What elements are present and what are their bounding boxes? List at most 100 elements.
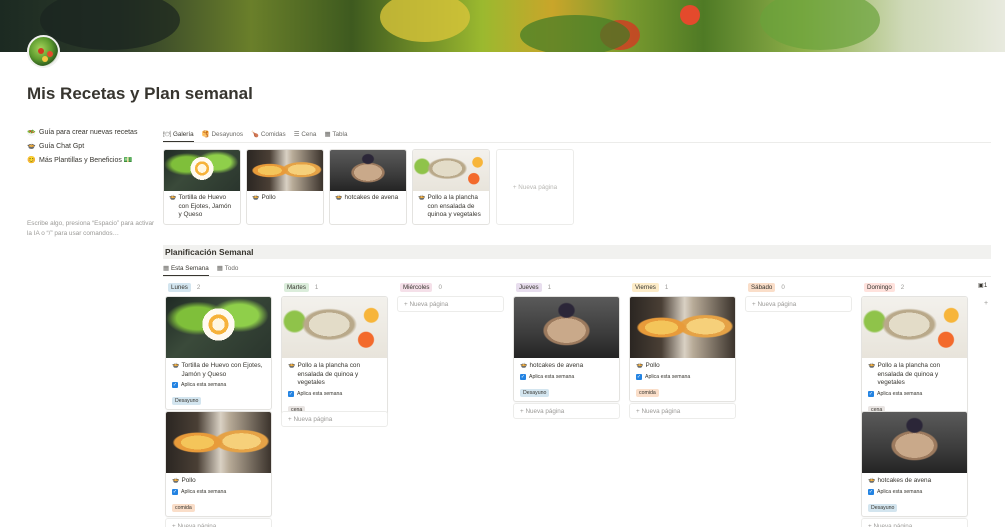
checkbox-aplica[interactable]: ✓ Aplica esta semana xyxy=(166,488,271,496)
gallery-card[interactable]: 🍲 Tortilla de Huevo con Ejotes, Jamón y Q… xyxy=(163,149,241,225)
recipe-icon: 🍲 xyxy=(288,363,296,369)
tab-esta-semana[interactable]: ▦ Esta Semana xyxy=(163,262,209,277)
recipe-image xyxy=(166,297,271,358)
gallery-new-page-button[interactable]: + Nueva página xyxy=(496,149,574,225)
board-icon: ▦ xyxy=(216,265,223,272)
tab-label: Tabla xyxy=(332,130,348,138)
check-icon: ✓ xyxy=(288,390,294,397)
board-column-hidden[interactable]: ▣1 xyxy=(978,282,987,289)
board-card[interactable]: 🍲 Pollo a la plancha con ensalada de quin… xyxy=(281,296,388,419)
gallery-card[interactable]: 🍲 Pollo a la plancha con ensalada de quin… xyxy=(412,149,490,225)
board-card[interactable]: 🍲 hotcakes de avena ✓ Aplica esta semana D… xyxy=(513,296,620,402)
board-card[interactable]: 🍲 Pollo ✓ Aplica esta semana comida xyxy=(165,411,272,517)
card-count: 2 xyxy=(900,284,905,291)
recipe-image xyxy=(164,150,240,191)
check-icon: ✓ xyxy=(868,390,874,397)
card-count: 2 xyxy=(196,284,201,291)
link-label: Guía Chat Gpt xyxy=(39,142,85,150)
recipe-image xyxy=(862,412,967,473)
plate-icon: 🍽 xyxy=(163,131,171,138)
board-card[interactable]: 🍲 Pollo a la plancha con ensalada de quin… xyxy=(861,296,968,419)
board-column-lunes: Lunes 2 xyxy=(165,282,273,293)
checkbox-aplica[interactable]: ✓ Aplica esta semana xyxy=(166,381,271,389)
recipe-view-tabs: 🍽 Galería 🥞 Desayunos 🍗 Comidas ☰ Cena ▦ Tabl… xyxy=(163,127,347,142)
new-page-button[interactable]: + Nueva página xyxy=(513,403,620,419)
day-pill[interactable]: Martes xyxy=(284,283,309,292)
salad-icon: 🥗 xyxy=(27,129,36,137)
board-card[interactable]: 🍲 Tortilla de Huevo con Ejotes, Jamón y Q… xyxy=(165,296,272,411)
new-page-label: Nueva página xyxy=(177,522,217,527)
new-page-button[interactable]: + Nueva página xyxy=(861,518,968,527)
board-column-viernes: Viernes 1 xyxy=(629,282,737,293)
recipe-image xyxy=(247,150,323,191)
cover-shape xyxy=(380,0,470,42)
recipe-image xyxy=(514,297,619,358)
checkbox-label: Aplica esta semana xyxy=(529,373,575,380)
day-pill[interactable]: Domingo xyxy=(864,283,895,292)
checkbox-aplica[interactable]: ✓ Aplica esta semana xyxy=(630,373,735,381)
new-page-button[interactable]: + Nueva página xyxy=(281,411,388,427)
day-pill[interactable]: Sábado xyxy=(748,283,776,292)
board-column-jueves: Jueves 1 xyxy=(513,282,621,293)
plus-icon[interactable]: + xyxy=(984,300,988,307)
new-page-button[interactable]: + Nueva página xyxy=(745,296,852,312)
checkbox-label: Aplica esta semana xyxy=(877,390,923,397)
board-card[interactable]: 🍲 hotcakes de avena ✓ Aplica esta semana D… xyxy=(861,411,968,517)
check-icon: ✓ xyxy=(868,488,874,495)
tab-label: Esta Semana xyxy=(170,265,209,272)
checkbox-label: Aplica esta semana xyxy=(181,382,227,389)
new-page-button[interactable]: + Nueva página xyxy=(165,518,272,527)
list-icon: ☰ xyxy=(293,130,300,138)
tab-galeria[interactable]: 🍽 Galería xyxy=(163,127,194,142)
new-page-button[interactable]: + Nueva página xyxy=(397,296,504,312)
checkbox-aplica[interactable]: ✓ Aplica esta semana xyxy=(862,390,967,398)
link-guia-chat[interactable]: 🍲 Guía Chat Gpt xyxy=(27,140,157,154)
gallery-card[interactable]: 🍲 Pollo xyxy=(246,149,324,225)
recipe-image xyxy=(282,297,387,358)
checkbox-label: Aplica esta semana xyxy=(297,390,343,397)
section-heading[interactable]: Planificación Semanal xyxy=(163,245,991,259)
tab-comidas[interactable]: 🍗 Comidas xyxy=(251,127,286,141)
recipe-icon: 🍲 xyxy=(252,195,260,201)
recipe-image xyxy=(166,412,271,473)
board-column-domingo: Domingo 2 xyxy=(861,282,969,293)
new-page-label: Nueva página xyxy=(641,407,681,415)
tab-todo[interactable]: ▦ Todo xyxy=(217,262,239,276)
new-page-button[interactable]: + Nueva página xyxy=(629,403,736,419)
recipe-icon: 🍲 xyxy=(335,195,343,201)
card-count: 0 xyxy=(438,284,442,291)
meal-tag: Desayuno xyxy=(172,397,202,406)
cover-image[interactable] xyxy=(0,0,1005,52)
tab-desayunos[interactable]: 🥞 Desayunos xyxy=(202,127,243,141)
recipe-name: Pollo a la plancha con ensalada de quino… xyxy=(877,362,941,387)
link-list: 🥗 Guía para crear nuevas recetas 🍲 Guía Ch… xyxy=(27,126,157,167)
checkbox-aplica[interactable]: ✓ Aplica esta semana xyxy=(282,390,387,398)
day-pill[interactable]: Lunes xyxy=(168,283,191,292)
recipe-image xyxy=(413,150,489,191)
checkbox-aplica[interactable]: ✓ Aplica esta semana xyxy=(862,488,967,496)
tab-cena[interactable]: ☰ Cena xyxy=(294,127,317,141)
card-count: 1 xyxy=(664,284,669,291)
recipe-icon: 🍲 xyxy=(172,363,180,369)
tab-label: Galería xyxy=(173,130,194,138)
tab-tabla[interactable]: ▦ Tabla xyxy=(324,127,347,141)
link-plantillas[interactable]: 😊 Más Plantillas y Beneficios 💵 xyxy=(27,153,157,167)
link-guia-recetas[interactable]: 🥗 Guía para crear nuevas recetas xyxy=(27,126,157,140)
empty-block-placeholder[interactable]: Escribe algo, presiona “Espacio” para ac… xyxy=(27,219,157,238)
page-title[interactable]: Mis Recetas y Plan semanal xyxy=(27,84,253,104)
drumstick-icon: 🍗 xyxy=(251,131,259,138)
link-label: Guía para crear nuevas recetas xyxy=(39,129,138,137)
recipe-name: Tortilla de Huevo con Ejotes, Jamón y Qu… xyxy=(181,362,263,378)
checkbox-aplica[interactable]: ✓ Aplica esta semana xyxy=(514,373,619,381)
gallery-card[interactable]: 🍲 hotcakes de avena xyxy=(329,149,407,225)
cover-shape xyxy=(40,0,180,50)
new-page-label: Nueva página xyxy=(757,300,797,308)
day-pill[interactable]: Jueves xyxy=(516,283,542,292)
board-card[interactable]: 🍲 Pollo ✓ Aplica esta semana comida xyxy=(629,296,736,402)
day-pill[interactable]: Viernes xyxy=(632,283,659,292)
tab-label: Todo xyxy=(224,265,239,272)
recipe-name: Pollo xyxy=(181,477,196,484)
day-pill[interactable]: Miércoles xyxy=(400,283,433,292)
page-icon[interactable] xyxy=(27,35,60,68)
pot-icon: 🍲 xyxy=(27,143,36,151)
